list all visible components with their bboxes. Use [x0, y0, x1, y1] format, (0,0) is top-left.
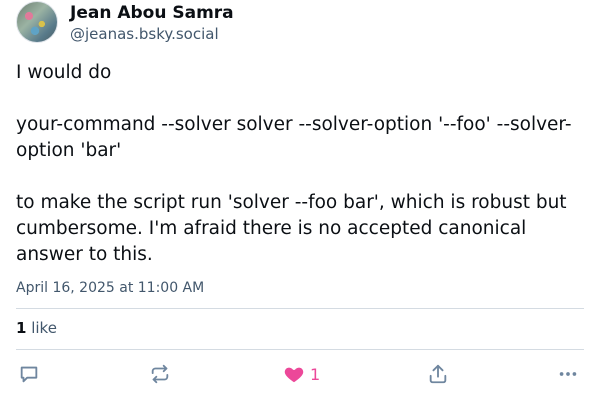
- likes-count: 1: [16, 319, 27, 337]
- likes-link[interactable]: 1 like: [16, 319, 57, 337]
- more-options-button[interactable]: [557, 362, 579, 386]
- repost-icon: [151, 364, 169, 384]
- divider: [16, 308, 584, 309]
- divider: [16, 349, 584, 350]
- post-paragraph: to make the script run 'solver --foo bar…: [16, 192, 567, 265]
- post-text: I would do your-command --solver solver …: [16, 60, 584, 268]
- author-name[interactable]: Jean Abou Samra: [70, 3, 234, 23]
- post-timestamp[interactable]: April 16, 2025 at 11:00 AM: [16, 280, 204, 296]
- likes-label: like: [31, 319, 57, 337]
- avatar[interactable]: [16, 1, 58, 43]
- like-count: 1: [310, 364, 321, 384]
- post-paragraph: I would do: [16, 62, 112, 83]
- share-icon: [429, 364, 447, 384]
- action-bar: 1: [16, 362, 584, 386]
- post-paragraph: your-command --solver solver --solver-op…: [16, 114, 572, 161]
- more-icon: [559, 372, 577, 376]
- author-handle[interactable]: @jeanas.bsky.social: [70, 25, 219, 43]
- repost-button[interactable]: [149, 362, 171, 386]
- reply-button[interactable]: [18, 362, 40, 386]
- reply-icon: [20, 366, 38, 383]
- heart-icon: [284, 367, 304, 383]
- like-button[interactable]: 1: [283, 362, 320, 386]
- share-button[interactable]: [427, 362, 449, 386]
- post-header: Jean Abou Samra @jeanas.bsky.social: [16, 0, 584, 48]
